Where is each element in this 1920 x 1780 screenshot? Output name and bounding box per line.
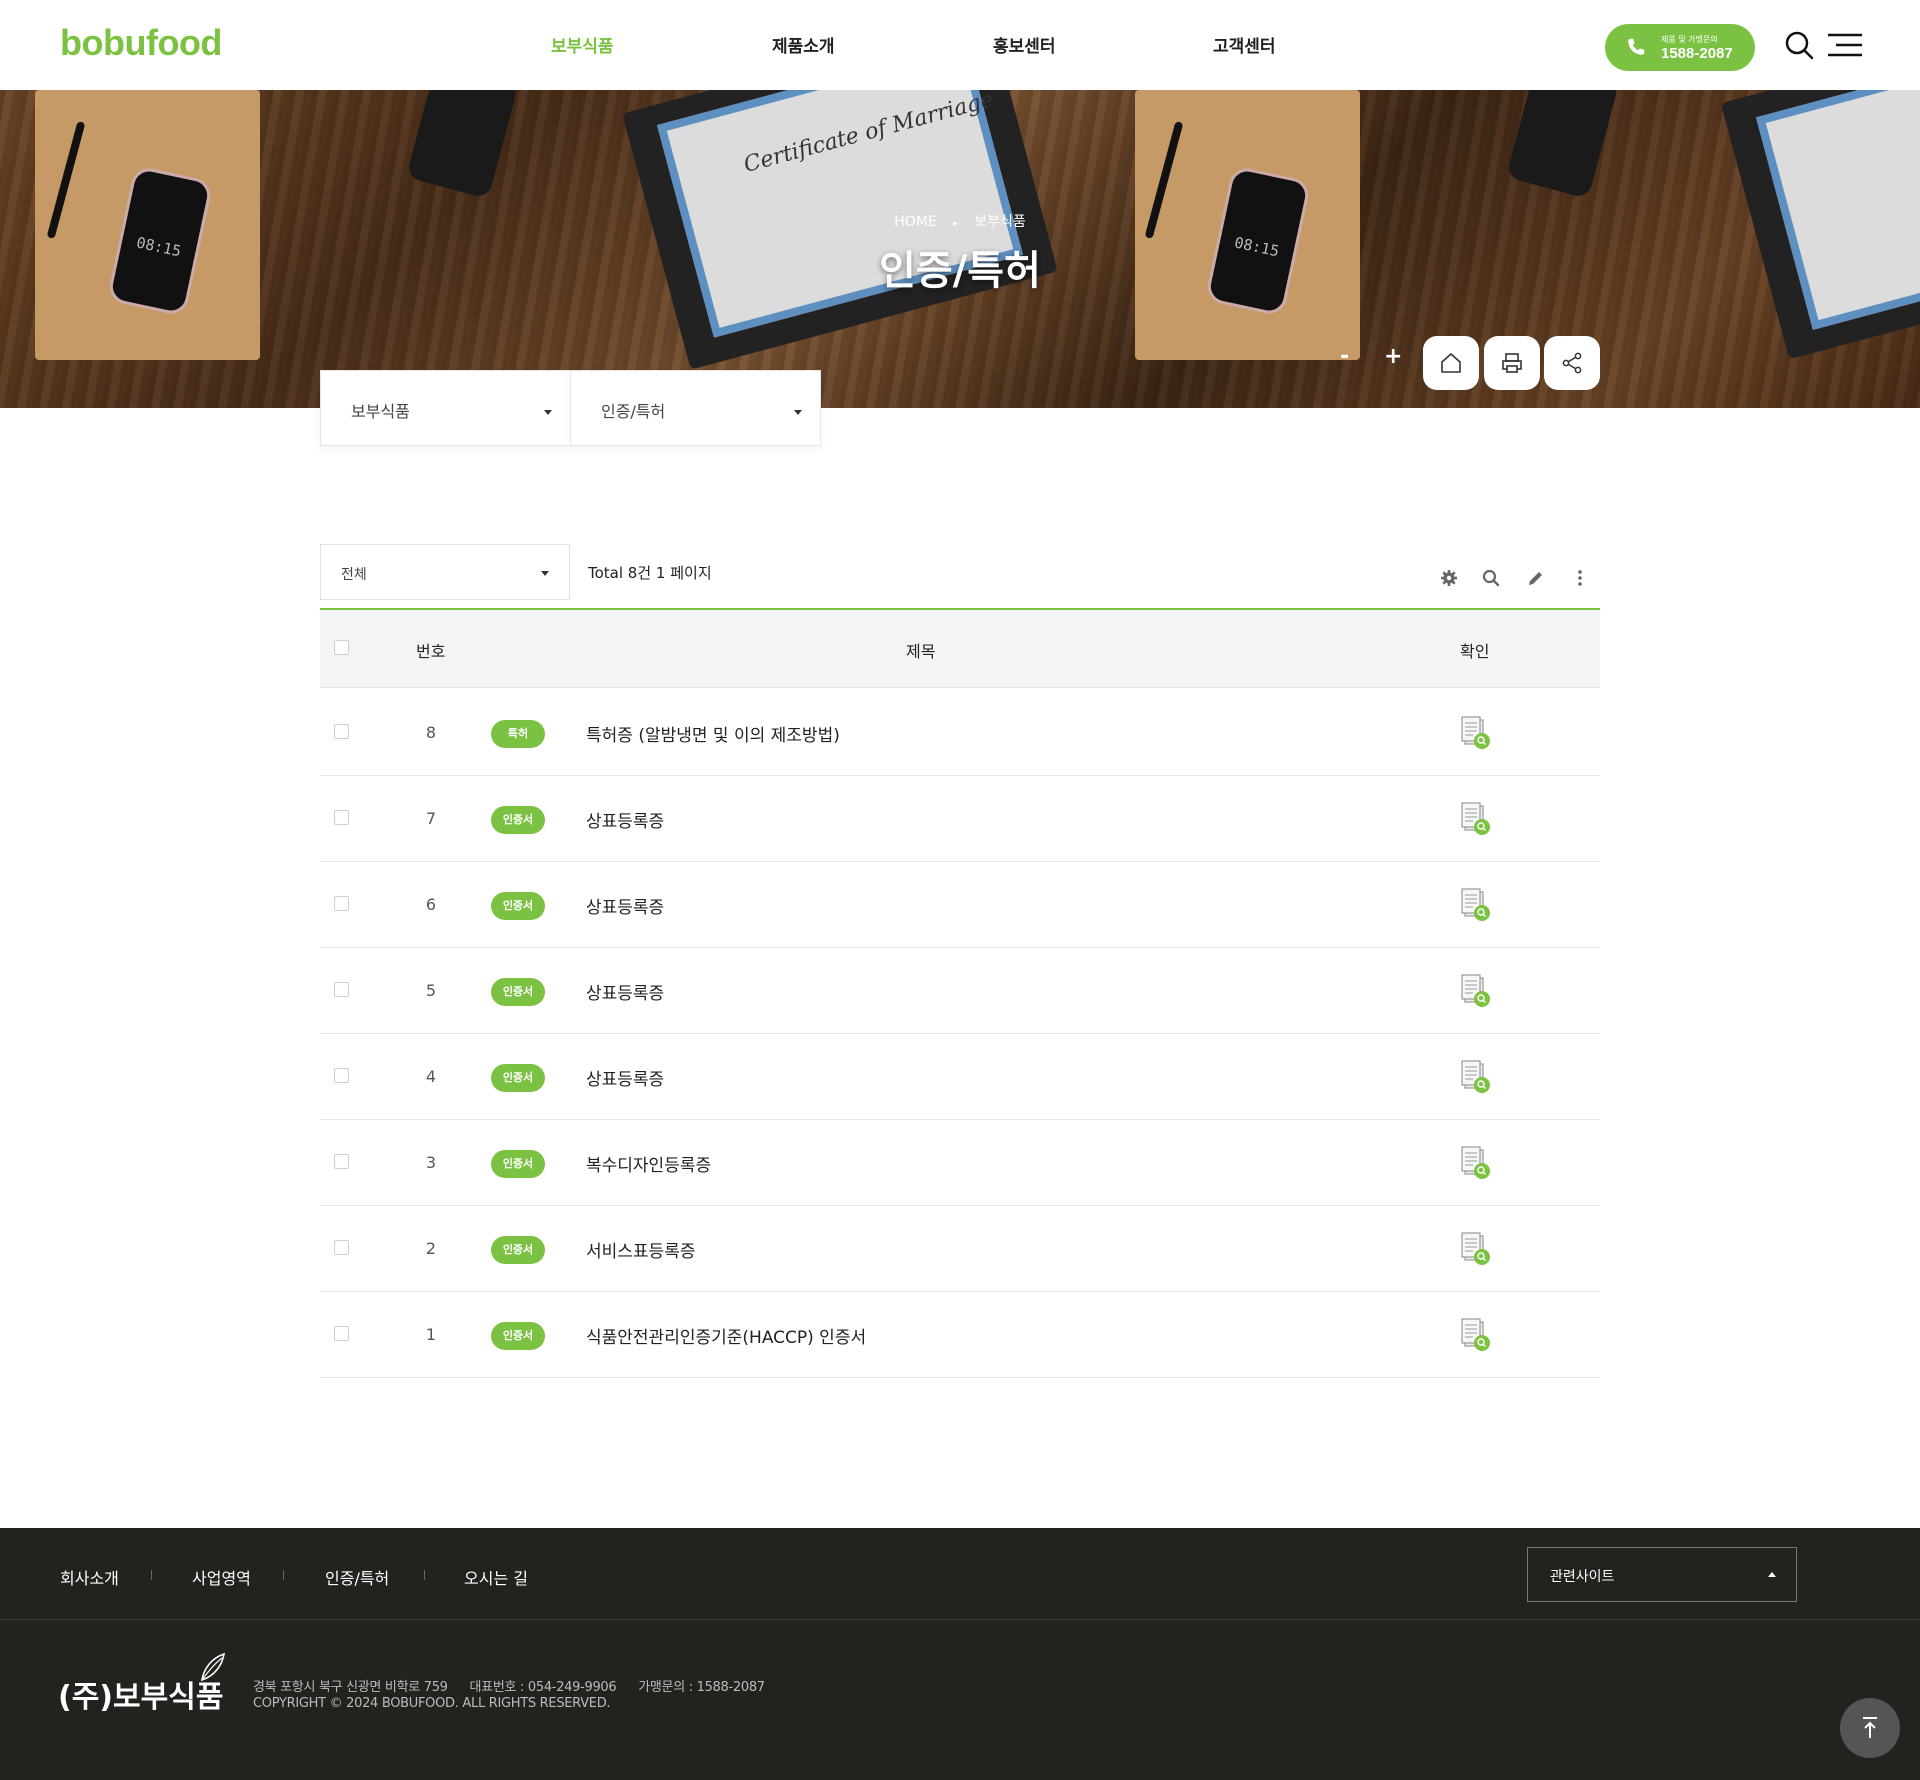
table-row[interactable]: 1 인증서 식품안전관리인증기준(HACCP) 인증서 — [320, 1292, 1600, 1378]
home-button[interactable] — [1423, 336, 1479, 390]
nav-item-customer-center[interactable]: 고객센터 — [1213, 32, 1276, 57]
chevron-down-icon — [544, 410, 552, 415]
row-category-badge: 인증서 — [491, 1150, 545, 1178]
footer-info: (주)보부식품 경북 포항시 북구 신광면 비학로 759 대표번호 : 054… — [0, 1620, 1920, 1780]
franchise-tel: 가맹문의 : 1588-2087 — [638, 1680, 765, 1695]
nav-item-bobufood[interactable]: 보부식품 — [551, 32, 614, 57]
copyright: COPYRIGHT © 2024 BOBUFOOD. ALL RIGHTS RE… — [253, 1696, 611, 1711]
more-icon[interactable] — [1570, 568, 1590, 588]
call-caption: 제품 및 가맹문의 — [1661, 35, 1718, 44]
row-category-badge: 인증서 — [491, 806, 545, 834]
row-title-link[interactable]: 상표등록증 — [586, 807, 664, 832]
breadcrumb-separator-icon: ▸ — [953, 219, 958, 229]
row-title-link[interactable]: 특허증 (알밤냉면 및 이의 제조방법) — [586, 721, 840, 746]
row-title-link[interactable]: 상표등록증 — [586, 893, 664, 918]
row-category-badge: 인증서 — [491, 978, 545, 1006]
footer-link-certification[interactable]: 인증/특허 — [325, 1565, 389, 1589]
row-title-link[interactable]: 상표등록증 — [586, 979, 664, 1004]
share-button[interactable] — [1544, 336, 1600, 390]
chevron-up-icon — [1768, 1572, 1776, 1577]
site-header: bobufood 보부식품 제품소개 홍보센터 고객센터 제품 및 가맹문의 1… — [0, 0, 1920, 90]
document-icon[interactable] — [1457, 887, 1493, 923]
table-header: 번호 제목 확인 — [320, 610, 1600, 688]
home-icon — [1441, 353, 1461, 373]
footer-nav: 회사소개 사업영역 인증/특허 오시는 길 관련사이트 — [0, 1528, 1920, 1620]
zoom-out-button[interactable]: - — [1340, 344, 1349, 369]
arrow-up-icon — [1863, 1717, 1877, 1738]
search-icon[interactable] — [1784, 30, 1814, 60]
menu-icon[interactable] — [1828, 32, 1862, 58]
scroll-top-button[interactable] — [1840, 1698, 1900, 1758]
related-sites-select[interactable]: 관련사이트 — [1527, 1547, 1797, 1602]
search-icon[interactable] — [1481, 568, 1501, 588]
pencil-icon[interactable] — [1526, 568, 1546, 588]
document-icon[interactable] — [1457, 715, 1493, 751]
row-title-link[interactable]: 식품안전관리인증기준(HACCP) 인증서 — [586, 1323, 866, 1348]
call-number: 1588-2087 — [1661, 45, 1733, 62]
document-icon[interactable] — [1457, 1317, 1493, 1353]
share-icon — [1562, 352, 1582, 374]
row-category-badge: 인증서 — [491, 1322, 545, 1350]
table-row[interactable]: 4 인증서 상표등록증 — [320, 1034, 1600, 1120]
column-header-title: 제목 — [906, 642, 936, 661]
depth1-select-label: 보부식품 — [351, 402, 410, 421]
table-row[interactable]: 3 인증서 복수디자인등록증 — [320, 1120, 1600, 1206]
footer-divider — [283, 1570, 284, 1580]
column-header-no: 번호 — [416, 642, 446, 661]
gear-icon[interactable] — [1439, 568, 1459, 588]
category-select-label: 전체 — [341, 567, 367, 583]
leaf-icon — [200, 1652, 226, 1682]
row-category-badge: 특허 — [491, 720, 545, 748]
total-count: Total 8건 1 페이지 — [588, 564, 712, 582]
site-logo[interactable]: bobufood — [60, 22, 222, 64]
row-category-badge: 인증서 — [491, 1236, 545, 1264]
footer-link-company[interactable]: 회사소개 — [60, 1565, 119, 1589]
row-category-badge: 인증서 — [491, 892, 545, 920]
table-row[interactable]: 2 인증서 서비스표등록증 — [320, 1206, 1600, 1292]
document-icon[interactable] — [1457, 1231, 1493, 1267]
company-info: 경북 포항시 북구 신광면 비학로 759 대표번호 : 054-249-990… — [253, 1676, 783, 1695]
chevron-down-icon — [794, 410, 802, 415]
document-icon[interactable] — [1457, 801, 1493, 837]
print-button[interactable] — [1484, 336, 1540, 390]
company-address: 경북 포항시 북구 신광면 비학로 759 — [253, 1680, 448, 1695]
company-tel: 대표번호 : 054-249-9906 — [469, 1680, 617, 1695]
phone-icon — [1628, 38, 1645, 55]
row-category-badge: 인증서 — [491, 1064, 545, 1092]
depth2-select[interactable]: 인증/특허 — [570, 370, 821, 446]
footer-link-directions[interactable]: 오시는 길 — [464, 1565, 528, 1589]
nav-item-products[interactable]: 제품소개 — [772, 32, 835, 57]
print-icon — [1502, 353, 1522, 373]
document-icon[interactable] — [1457, 973, 1493, 1009]
page-title: 인증/특허 — [879, 248, 1041, 294]
row-title-link[interactable]: 복수디자인등록증 — [586, 1151, 711, 1176]
table-row[interactable]: 8 특허 특허증 (알밤냉면 및 이의 제조방법) — [320, 690, 1600, 776]
row-title-link[interactable]: 서비스표등록증 — [586, 1237, 695, 1262]
table-row[interactable]: 7 인증서 상표등록증 — [320, 776, 1600, 862]
zoom-in-button[interactable]: + — [1384, 344, 1402, 369]
document-icon[interactable] — [1457, 1145, 1493, 1181]
hero-banner: 08:15 Certificate of Marriage 08:15 HOME… — [0, 90, 1920, 408]
table-row[interactable]: 5 인증서 상표등록증 — [320, 948, 1600, 1034]
category-select[interactable]: 전체 — [320, 544, 570, 600]
nav-item-pr-center[interactable]: 홍보센터 — [993, 32, 1056, 57]
depth2-select-label: 인증/특허 — [601, 402, 666, 421]
column-header-check: 확인 — [1460, 642, 1490, 661]
breadcrumb-home[interactable]: HOME — [894, 214, 936, 230]
document-icon[interactable] — [1457, 1059, 1493, 1095]
chevron-down-icon — [541, 571, 549, 576]
footer-link-business[interactable]: 사업영역 — [192, 1565, 251, 1589]
breadcrumb-current[interactable]: 보부식품 — [974, 214, 1026, 230]
call-button[interactable]: 제품 및 가맹문의 1588-2087 — [1605, 24, 1755, 71]
table-row[interactable]: 6 인증서 상표등록증 — [320, 862, 1600, 948]
select-all-checkbox[interactable] — [334, 640, 349, 655]
depth1-select[interactable]: 보부식품 — [320, 370, 571, 446]
footer-divider — [151, 1570, 152, 1580]
row-title-link[interactable]: 상표등록증 — [586, 1065, 664, 1090]
related-sites-label: 관련사이트 — [1550, 1569, 1615, 1585]
breadcrumb: HOME ▸ 보부식품 — [0, 211, 1920, 231]
footer-divider — [424, 1570, 425, 1580]
